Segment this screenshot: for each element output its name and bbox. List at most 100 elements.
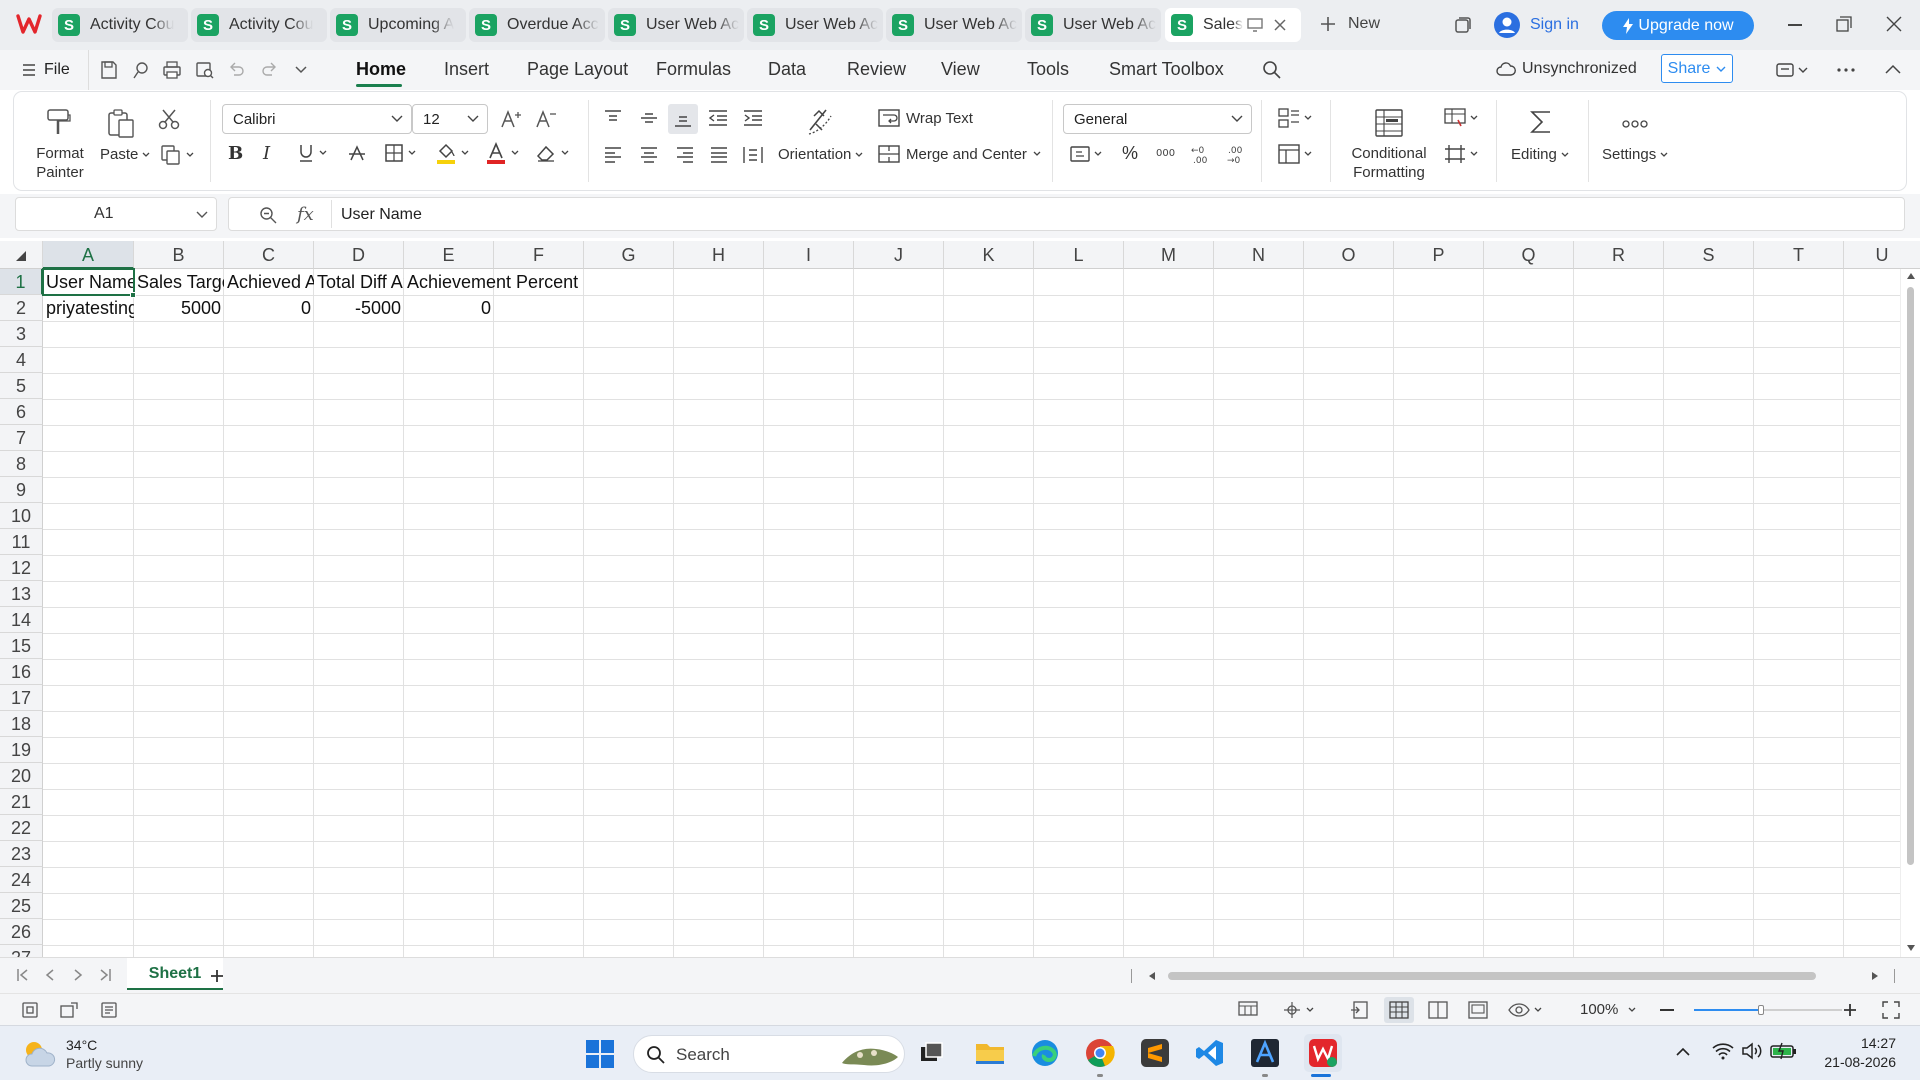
sign-in-button[interactable]: Sign in (1494, 12, 1579, 38)
taskbar-search-box[interactable]: Search (633, 1035, 905, 1073)
row-header[interactable]: 17 (0, 685, 43, 711)
distributed-align-icon[interactable] (743, 145, 763, 165)
cell-c2[interactable]: 0 (224, 296, 314, 321)
zoom-select[interactable]: 100% (1580, 1001, 1636, 1018)
eye-protection-button[interactable] (1508, 1001, 1542, 1019)
notes-icon[interactable] (100, 1002, 118, 1018)
cell-b1[interactable]: Sales Target (134, 270, 224, 295)
copy-button[interactable] (160, 144, 194, 166)
row-header[interactable]: 19 (0, 737, 43, 763)
menu-data[interactable]: Data (768, 59, 806, 80)
fill-series-button[interactable] (1444, 108, 1478, 128)
scroll-left-icon[interactable] (1149, 972, 1155, 980)
redo-icon[interactable] (260, 61, 278, 79)
row-header[interactable]: 7 (0, 425, 43, 451)
row-header[interactable]: 13 (0, 581, 43, 607)
row-header[interactable]: 24 (0, 867, 43, 893)
underline-button[interactable] (298, 143, 327, 163)
column-header-i[interactable]: I (764, 241, 854, 269)
column-header-q[interactable]: Q (1484, 241, 1574, 269)
undo-icon[interactable] (228, 61, 246, 79)
fullscreen-icon[interactable] (1882, 1001, 1900, 1019)
wps-logo-icon[interactable] (16, 13, 42, 35)
row-header[interactable]: 21 (0, 789, 43, 815)
last-sheet-icon[interactable] (98, 968, 112, 982)
cut-icon[interactable] (158, 108, 180, 130)
edge-browser-icon[interactable] (1030, 1038, 1060, 1068)
row-header[interactable]: 11 (0, 529, 43, 555)
editing-button[interactable]: Editing (1511, 146, 1569, 163)
sync-status[interactable]: Unsynchronized (1496, 60, 1637, 78)
column-header-h[interactable]: H (674, 241, 764, 269)
minimize-icon[interactable] (1788, 24, 1802, 26)
wps-office-taskbar-button[interactable] (1304, 1034, 1342, 1072)
document-tab-active[interactable]: S Sales (1165, 8, 1301, 42)
zoom-out-icon[interactable] (1660, 1009, 1674, 1011)
borders-button[interactable] (385, 144, 416, 162)
row-header[interactable]: 16 (0, 659, 43, 685)
print-icon[interactable] (162, 60, 182, 80)
volume-icon[interactable] (1741, 1042, 1763, 1060)
column-header-m[interactable]: M (1124, 241, 1214, 269)
document-tab[interactable]: S User Web Ac (608, 8, 744, 42)
app-a-icon[interactable] (1250, 1038, 1280, 1068)
cell-d1[interactable]: Total Diff Amount (314, 270, 404, 295)
scroll-up-icon[interactable] (1907, 273, 1915, 279)
decrease-font-icon[interactable] (535, 109, 557, 129)
column-header-c[interactable]: C (224, 241, 314, 269)
thousands-separator-icon[interactable]: 000 (1156, 144, 1178, 164)
prev-sheet-icon[interactable] (44, 968, 56, 982)
function-icon[interactable]: fx (297, 204, 314, 225)
row-header[interactable]: 1 (0, 269, 43, 295)
menu-smart-toolbox[interactable]: Smart Toolbox (1109, 59, 1224, 80)
row-header[interactable]: 5 (0, 373, 43, 399)
row-header[interactable]: 26 (0, 919, 43, 945)
search-icon[interactable] (1262, 60, 1282, 80)
file-explorer-icon[interactable] (974, 1038, 1006, 1068)
formula-input-area[interactable]: fx User Name (228, 197, 1905, 231)
document-tab[interactable]: S User Web Ac (886, 8, 1022, 42)
menu-tools[interactable]: Tools (1027, 59, 1069, 80)
row-header[interactable]: 10 (0, 503, 43, 529)
document-tab[interactable]: S Overdue Acc (469, 8, 605, 42)
menu-page-layout[interactable]: Page Layout (527, 59, 628, 80)
document-tab[interactable]: S User Web Ac (747, 8, 883, 42)
normal-view-button[interactable] (1384, 997, 1414, 1023)
next-sheet-icon[interactable] (72, 968, 84, 982)
more-quick-access-icon[interactable] (294, 65, 308, 75)
align-right-icon[interactable] (676, 147, 694, 163)
cell-d2[interactable]: -5000 (314, 296, 404, 321)
merge-center-button[interactable]: Merge and Center (878, 145, 1041, 163)
clock[interactable]: 14:27 21-08-2026 (1816, 1034, 1896, 1072)
orientation-button[interactable]: Orientation (778, 146, 863, 163)
row-header[interactable]: 14 (0, 607, 43, 633)
increase-indent-icon[interactable] (743, 110, 763, 126)
column-header-n[interactable]: N (1214, 241, 1304, 269)
row-header[interactable]: 6 (0, 399, 43, 425)
sheet-tab-sheet1[interactable]: Sheet1 (127, 958, 223, 990)
align-middle-icon[interactable] (640, 110, 658, 126)
collapse-ribbon-icon[interactable] (1884, 63, 1902, 75)
align-bottom-button[interactable] (668, 104, 698, 134)
task-view-icon[interactable] (917, 1038, 947, 1068)
zoom-slider-thumb[interactable] (1758, 1005, 1764, 1015)
row-header[interactable]: 23 (0, 841, 43, 867)
select-all-corner[interactable] (0, 241, 43, 269)
decrease-decimal-icon[interactable]: .00 →0 (1226, 144, 1248, 164)
column-header-f[interactable]: F (494, 241, 584, 269)
print-preview-icon[interactable] (195, 60, 215, 80)
window-list-icon[interactable] (1454, 16, 1472, 34)
spreadsheet-grid[interactable]: A B C D E F G H I J K L M N O P Q R S T … (0, 241, 1920, 957)
scroll-down-icon[interactable] (1907, 945, 1915, 951)
increase-decimal-icon[interactable]: ←0.00 (1190, 144, 1212, 164)
settings-button[interactable]: Settings (1602, 146, 1668, 163)
show-hidden-icons-icon[interactable] (1675, 1047, 1691, 1057)
scroll-right-icon[interactable] (1872, 972, 1878, 980)
document-tab[interactable]: S Activity Cou (52, 8, 188, 42)
crosshair-button[interactable] (1282, 1001, 1314, 1019)
font-color-button[interactable] (486, 142, 519, 164)
fill-color-button[interactable] (436, 142, 469, 164)
row-header[interactable]: 12 (0, 555, 43, 581)
sublime-text-icon[interactable] (1140, 1038, 1170, 1068)
percent-icon[interactable]: % (1122, 143, 1138, 164)
